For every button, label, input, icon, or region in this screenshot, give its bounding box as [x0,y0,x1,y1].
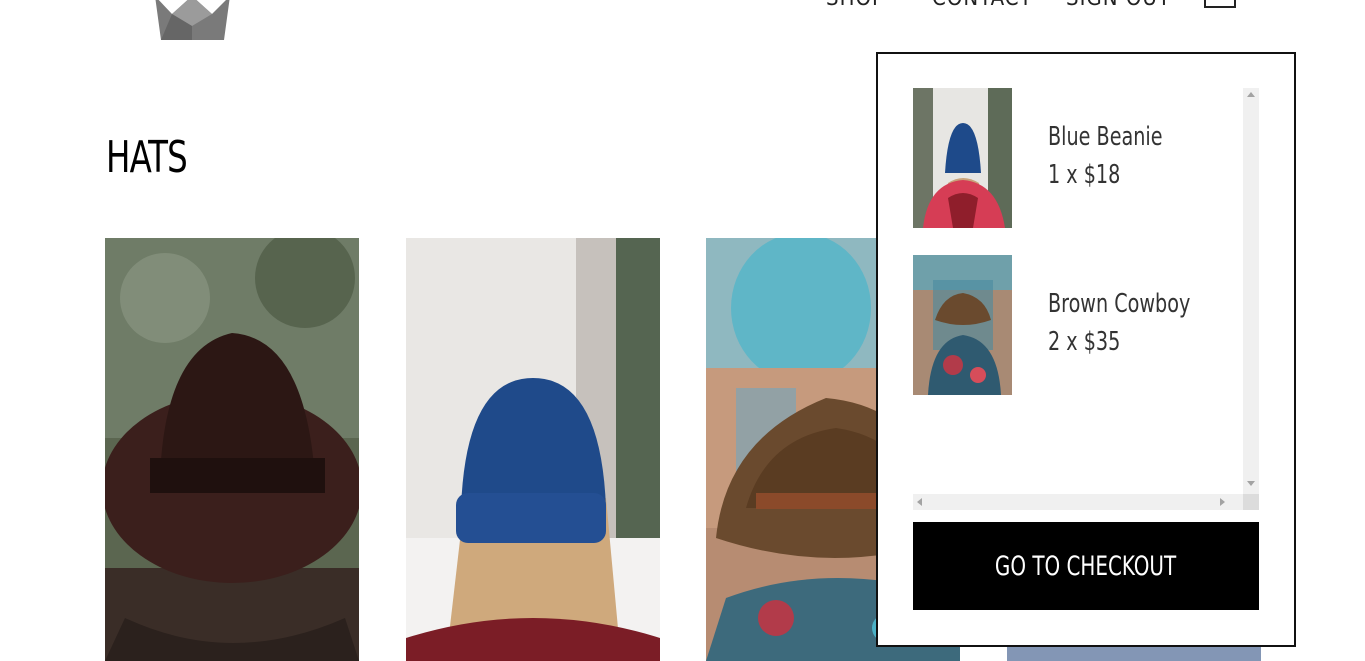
scroll-down-icon[interactable] [1247,481,1255,486]
horizontal-scrollbar[interactable] [913,494,1243,510]
cart-count: 0 [1216,0,1224,3]
checkout-button-label: GO TO CHECKOUT [995,550,1177,582]
product-card-brown-fedora[interactable] [105,238,359,661]
nav-shop-link[interactable]: SHOP [826,0,885,11]
page-title: HATS [106,132,188,183]
cart-dropdown: Blue Beanie 1 x $18 Brown Cowboy 2 x $35 [876,52,1296,647]
scroll-up-icon[interactable] [1247,92,1255,97]
go-to-checkout-button[interactable]: GO TO CHECKOUT [913,522,1259,610]
cart-item: Blue Beanie 1 x $18 [913,88,1233,228]
cart-item-quantity-price: 1 x $18 [1048,160,1121,190]
cart-item: Brown Cowboy 2 x $35 [913,255,1233,395]
cart-item-name: Brown Cowboy [1048,289,1191,319]
cart-item-name: Blue Beanie [1048,122,1163,152]
cart-item-image [913,255,1012,395]
vertical-scrollbar[interactable] [1243,88,1259,494]
scroll-right-icon[interactable] [1220,498,1225,506]
brown-fedora-image [105,238,359,661]
cart-item-image [913,88,1012,228]
cart-items-list[interactable]: Blue Beanie 1 x $18 Brown Cowboy 2 x $35 [913,88,1259,510]
top-nav: SHOP CONTACT SIGN OUT [0,0,1365,16]
product-card-blue-beanie[interactable] [406,238,660,661]
scroll-left-icon[interactable] [917,498,922,506]
cart-item-quantity-price: 2 x $35 [1048,327,1121,357]
shopping-bag-icon[interactable]: 0 [1204,0,1236,8]
nav-contact-link[interactable]: CONTACT [932,0,1033,11]
blue-beanie-image [406,238,660,661]
nav-sign-out-link[interactable]: SIGN OUT [1066,0,1171,11]
scrollbar-corner [1243,494,1259,510]
